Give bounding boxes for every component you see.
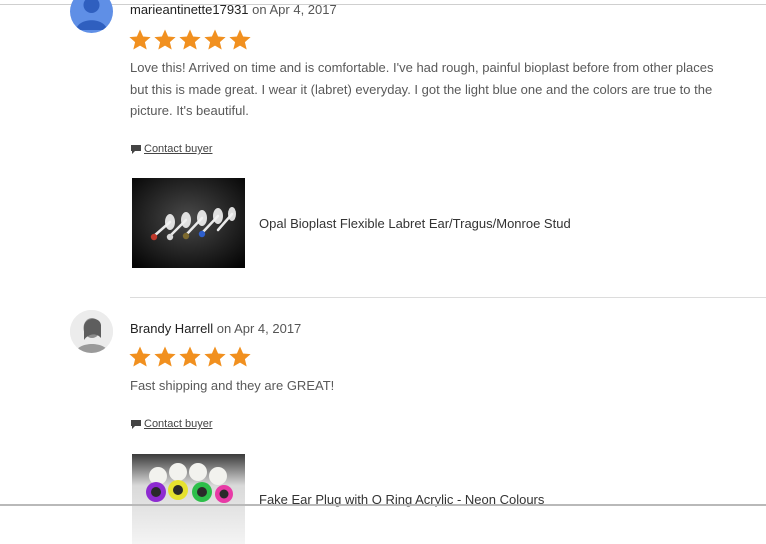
review-date: on Apr 4, 2017 [252, 2, 337, 17]
star-icon [204, 346, 226, 367]
contact-buyer-link[interactable]: Contact buyer [130, 418, 212, 430]
ear-plugs-photo [132, 454, 245, 544]
review-text: Love this! Arrived on time and is comfor… [130, 60, 714, 118]
labret-studs-photo [132, 178, 245, 268]
default-user-icon [76, 0, 107, 30]
star-icon [154, 29, 176, 50]
contact-buyer-label[interactable]: Contact buyer [144, 418, 212, 430]
star-icon [129, 29, 151, 50]
product-title[interactable]: Opal Bioplast Flexible Labret Ear/Tragus… [259, 216, 571, 231]
star-icon [229, 29, 251, 50]
star-icon [204, 29, 226, 50]
avatar[interactable] [70, 310, 113, 353]
review-divider [130, 297, 766, 298]
star-rating [128, 345, 252, 369]
star-icon [179, 346, 201, 367]
profile-photo [70, 310, 113, 353]
author-name[interactable]: marieantinette17931 [130, 2, 249, 17]
star-icon [154, 346, 176, 367]
review-byline: marieantinette17931 on Apr 4, 2017 [130, 2, 337, 17]
review-text: Fast shipping and they are GREAT! [130, 378, 335, 393]
product-thumbnail[interactable] [132, 454, 245, 544]
contact-buyer-label[interactable]: Contact buyer [144, 143, 212, 155]
author-name[interactable]: Brandy Harrell [130, 321, 213, 336]
bottom-border [0, 504, 766, 506]
top-border [0, 4, 766, 5]
product-thumbnail[interactable] [132, 178, 245, 268]
review-byline: Brandy Harrell on Apr 4, 2017 [130, 321, 301, 336]
message-icon [131, 419, 141, 429]
star-icon [229, 346, 251, 367]
reviewed-product[interactable]: Opal Bioplast Flexible Labret Ear/Tragus… [132, 178, 571, 268]
contact-buyer-link[interactable]: Contact buyer [130, 143, 212, 155]
review-date: on Apr 4, 2017 [216, 321, 302, 336]
reviewed-product[interactable]: Fake Ear Plug with O Ring Acrylic - Neon… [132, 454, 544, 544]
star-icon [179, 29, 201, 50]
avatar[interactable] [70, 0, 113, 33]
star-icon [129, 346, 151, 367]
message-icon [131, 144, 141, 154]
star-rating [128, 28, 252, 52]
